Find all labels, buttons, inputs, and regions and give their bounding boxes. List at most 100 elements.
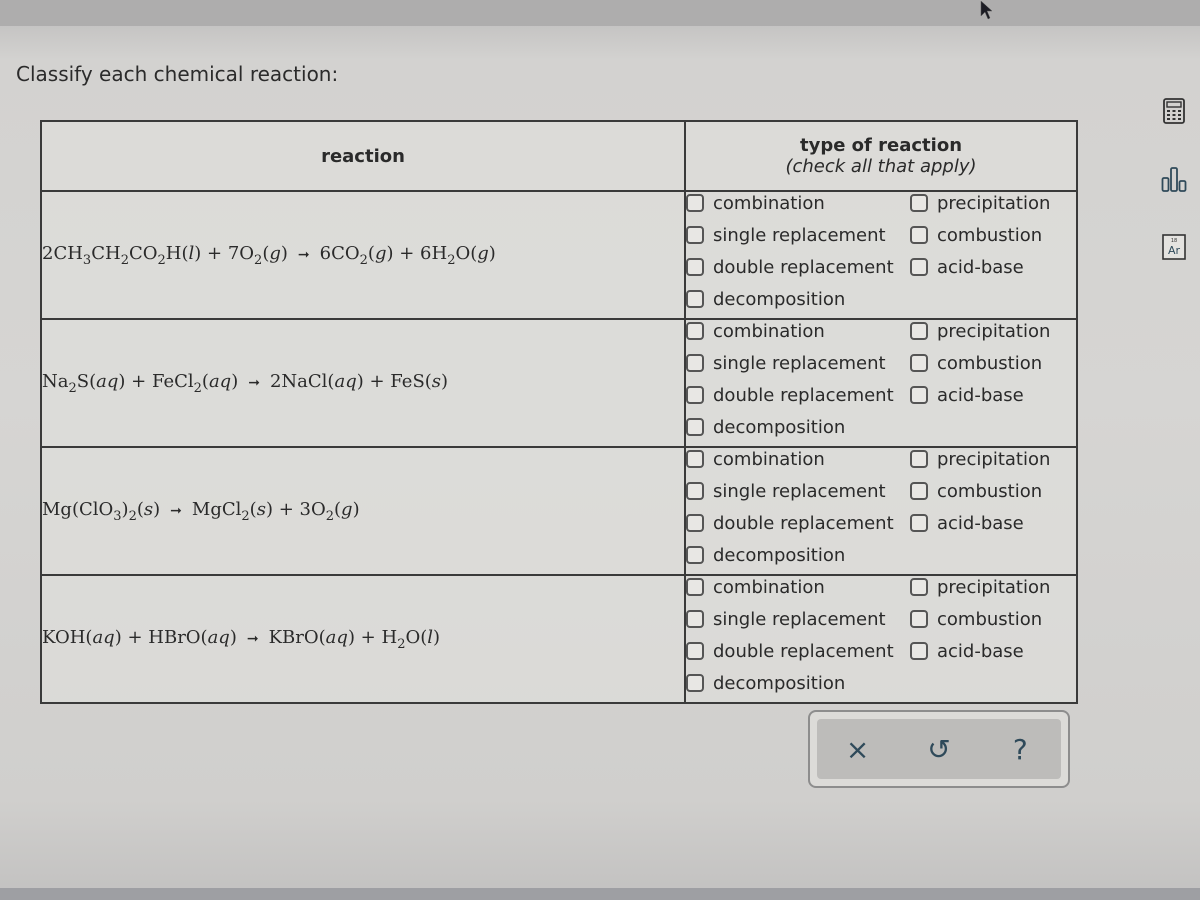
clear-button[interactable]: × xyxy=(838,729,878,769)
option-decomposition[interactable]: decomposition xyxy=(686,288,906,310)
checkbox[interactable] xyxy=(910,354,928,372)
checkbox[interactable] xyxy=(910,322,928,340)
checkbox[interactable] xyxy=(910,194,928,212)
option-precipitation[interactable]: precipitation xyxy=(906,576,1076,598)
option-acid-base[interactable]: acid-base xyxy=(906,512,1076,534)
option-combination[interactable]: combination xyxy=(686,192,906,214)
option-label: precipitation xyxy=(937,448,1051,470)
option-precipitation[interactable]: precipitation xyxy=(906,320,1076,342)
checkbox[interactable] xyxy=(686,642,704,660)
option-combustion[interactable]: combustion xyxy=(906,224,1076,246)
help-button[interactable]: ? xyxy=(1000,729,1040,769)
action-bar-inner: × ↺ ? xyxy=(817,719,1061,779)
checkbox[interactable] xyxy=(910,578,928,596)
option-double-replacement[interactable]: double replacement xyxy=(686,384,906,406)
option-double-replacement[interactable]: double replacement xyxy=(686,512,906,534)
checkbox[interactable] xyxy=(910,642,928,660)
checkbox[interactable] xyxy=(686,514,704,532)
calculator-icon xyxy=(1163,98,1185,124)
header-type-note: (check all that apply) xyxy=(785,156,977,177)
option-label: double replacement xyxy=(713,512,894,534)
option-label: precipitation xyxy=(937,576,1051,598)
checkbox[interactable] xyxy=(910,226,928,244)
checkbox[interactable] xyxy=(686,354,704,372)
option-label: combustion xyxy=(937,608,1043,630)
option-label: combination xyxy=(713,448,825,470)
header-reaction: reaction xyxy=(40,120,686,192)
reaction-equation-cell: Na2S(aq) + FeCl2(aq) ➞ 2NaCl(aq) + FeS(s) xyxy=(40,318,686,448)
option-label: double replacement xyxy=(713,640,894,662)
option-double-replacement[interactable]: double replacement xyxy=(686,640,906,662)
header-type: type of reaction (check all that apply) xyxy=(684,120,1078,192)
checkbox[interactable] xyxy=(686,322,704,340)
undo-icon: ↺ xyxy=(927,732,951,766)
undo-button[interactable]: ↺ xyxy=(919,729,959,769)
periodic-table-button[interactable]: 18 Ar xyxy=(1158,231,1190,263)
checkbox[interactable] xyxy=(686,450,704,468)
checkbox[interactable] xyxy=(686,226,704,244)
option-combustion[interactable]: combustion xyxy=(906,608,1076,630)
option-label: combination xyxy=(713,320,825,342)
checkbox[interactable] xyxy=(686,258,704,276)
option-combustion[interactable]: combustion xyxy=(906,480,1076,502)
header-type-label: type of reaction xyxy=(799,135,963,156)
top-bar xyxy=(0,0,1200,26)
reaction-equation-cell: 2CH3CH2CO2H(l) + 7O2(g) ➞ 6CO2(g) + 6H2O(g… xyxy=(40,190,686,320)
checkbox[interactable] xyxy=(686,418,704,436)
checkbox[interactable] xyxy=(910,482,928,500)
table-row: Mg(ClO3)2(s) ➞ MgCl2(s) + 3O2(g) combinati… xyxy=(40,446,1078,576)
reaction-equation-3: Mg(ClO3)2(s) ➞ MgCl2(s) + 3O2(g) xyxy=(42,498,360,524)
option-label: double replacement xyxy=(713,256,894,278)
bottom-edge xyxy=(0,888,1200,900)
option-label: combustion xyxy=(937,352,1043,374)
option-single-replacement[interactable]: single replacement xyxy=(686,608,906,630)
checkbox[interactable] xyxy=(686,386,704,404)
periodic-table-icon: 18 Ar xyxy=(1162,234,1186,260)
reaction-equation-1: 2CH3CH2CO2H(l) + 7O2(g) ➞ 6CO2(g) + 6H2O(g… xyxy=(42,242,496,268)
option-precipitation[interactable]: precipitation xyxy=(906,448,1076,470)
option-combustion[interactable]: combustion xyxy=(906,352,1076,374)
option-label: decomposition xyxy=(713,544,846,566)
option-double-replacement[interactable]: double replacement xyxy=(686,256,906,278)
option-single-replacement[interactable]: single replacement xyxy=(686,352,906,374)
option-label: combination xyxy=(713,576,825,598)
checkbox[interactable] xyxy=(686,290,704,308)
option-precipitation[interactable]: precipitation xyxy=(906,192,1076,214)
checkbox[interactable] xyxy=(910,610,928,628)
option-label: decomposition xyxy=(713,416,846,438)
checkbox[interactable] xyxy=(686,674,704,692)
data-chart-button[interactable] xyxy=(1158,163,1190,195)
option-label: combustion xyxy=(937,224,1043,246)
checkbox[interactable] xyxy=(686,482,704,500)
option-acid-base[interactable]: acid-base xyxy=(906,384,1076,406)
option-acid-base[interactable]: acid-base xyxy=(906,256,1076,278)
checkbox[interactable] xyxy=(910,514,928,532)
option-label: combination xyxy=(713,192,825,214)
checkbox[interactable] xyxy=(910,450,928,468)
option-label: acid-base xyxy=(937,384,1024,406)
tools-sidebar: 18 Ar xyxy=(1158,95,1194,299)
option-combination[interactable]: combination xyxy=(686,576,906,598)
checkbox[interactable] xyxy=(686,546,704,564)
option-acid-base[interactable]: acid-base xyxy=(906,640,1076,662)
table-header-row: reaction type of reaction (check all tha… xyxy=(40,120,1078,192)
reaction-type-options: combination precipitation single replace… xyxy=(684,446,1078,576)
option-single-replacement[interactable]: single replacement xyxy=(686,480,906,502)
checkbox[interactable] xyxy=(686,578,704,596)
option-combination[interactable]: combination xyxy=(686,448,906,470)
option-label: decomposition xyxy=(713,672,846,694)
option-decomposition[interactable]: decomposition xyxy=(686,416,906,438)
reaction-equation-cell: KOH(aq) + HBrO(aq) ➞ KBrO(aq) + H2O(l) xyxy=(40,574,686,704)
checkbox[interactable] xyxy=(910,386,928,404)
option-decomposition[interactable]: decomposition xyxy=(686,672,906,694)
checkbox[interactable] xyxy=(686,194,704,212)
checkbox[interactable] xyxy=(910,258,928,276)
calculator-button[interactable] xyxy=(1158,95,1190,127)
option-label: single replacement xyxy=(713,608,886,630)
table-row: KOH(aq) + HBrO(aq) ➞ KBrO(aq) + H2O(l) com… xyxy=(40,574,1078,704)
option-combination[interactable]: combination xyxy=(686,320,906,342)
option-single-replacement[interactable]: single replacement xyxy=(686,224,906,246)
option-decomposition[interactable]: decomposition xyxy=(686,544,906,566)
checkbox[interactable] xyxy=(686,610,704,628)
reaction-type-options: combination precipitation single replace… xyxy=(684,574,1078,704)
